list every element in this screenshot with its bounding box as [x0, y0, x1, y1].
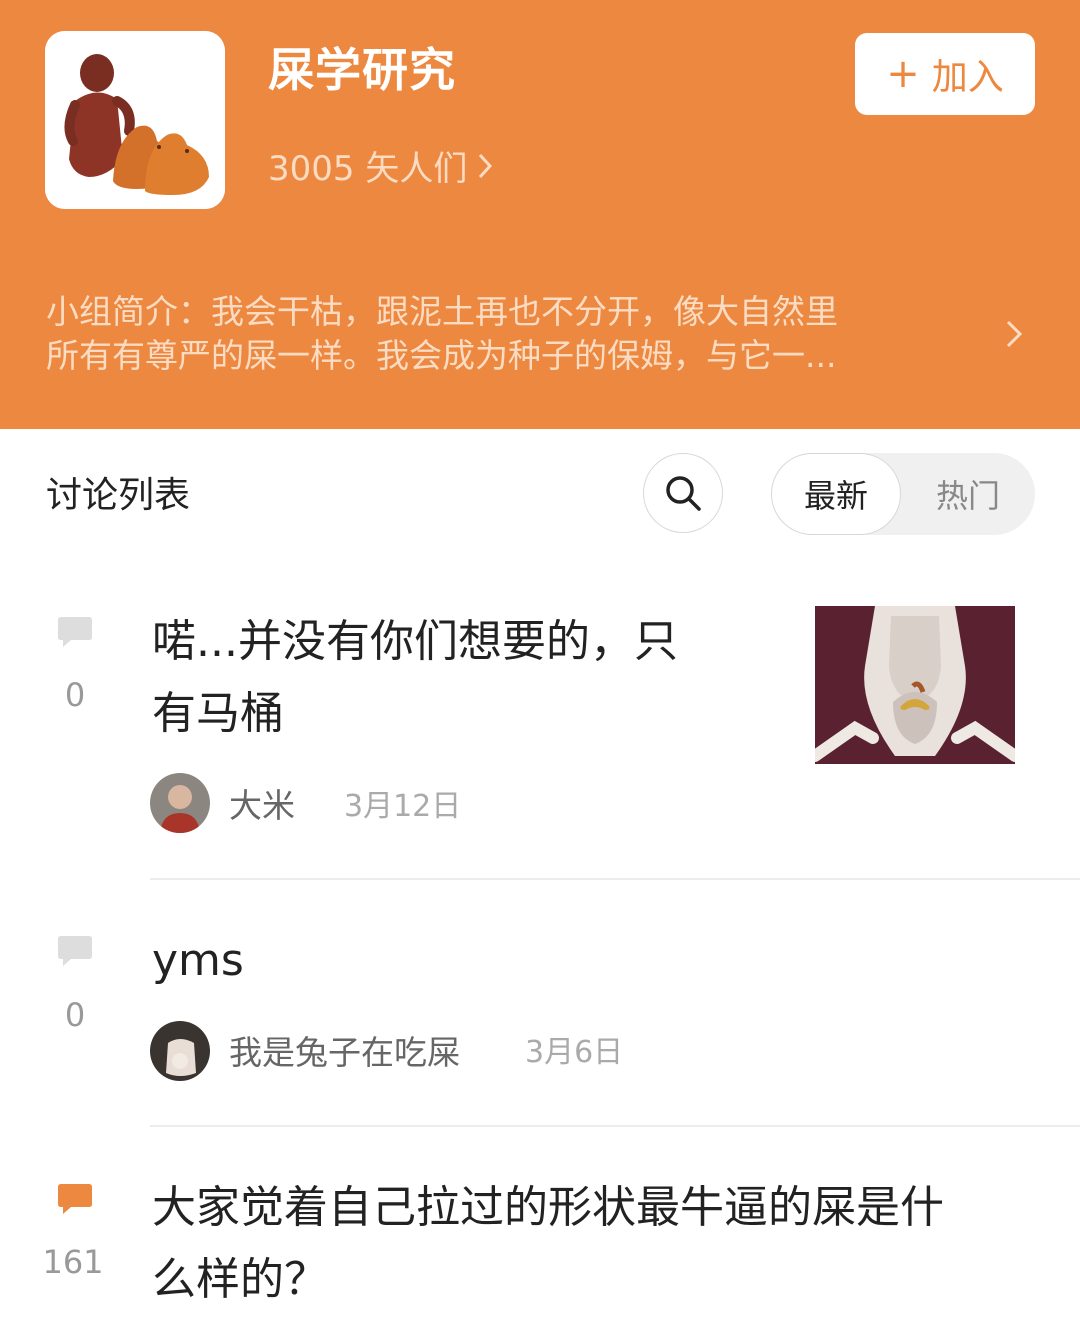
post-title-line1: 大家觉着自己拉过的形状最牛逼的屎是什	[152, 1182, 944, 1233]
post-date: 3月12日	[344, 789, 462, 824]
post-title: 喏...并没有你们想要的，只 有马桶	[152, 606, 678, 750]
member-count-link[interactable]: 3005 矢人们	[268, 142, 493, 196]
sort-hot-tab[interactable]: 热门	[901, 453, 1035, 535]
post-title: 大家觉着自己拉过的形状最牛逼的屎是什 么样的？	[152, 1172, 944, 1316]
chevron-right-icon	[477, 142, 493, 196]
author-avatar[interactable]	[150, 1021, 210, 1081]
search-icon	[666, 476, 701, 511]
post-title-line1: yms	[152, 935, 244, 986]
comment-bubble-icon	[57, 615, 93, 653]
join-label: 加入	[931, 57, 1004, 98]
comment-count: 0	[64, 996, 86, 1034]
post-title-line2: 有马桶	[152, 688, 284, 739]
comment-bubble-icon	[57, 1182, 93, 1220]
group-intro[interactable]: 小组简介：我会干枯，跟泥土再也不分开，像大自然里 所有有尊严的屎一样。我会成为种…	[46, 290, 986, 378]
intro-text-line1: 我会干枯，跟泥土再也不分开，像大自然里	[211, 292, 838, 331]
comment-count: 0	[64, 676, 86, 714]
intro-label: 小组简介：	[46, 292, 211, 331]
divider	[150, 878, 1080, 880]
sort-latest-tab[interactable]: 最新	[771, 453, 901, 535]
group-header: 屎学研究 3005 矢人们 + 加入 小组简介：我会干枯，跟泥土再也不分开，像大…	[0, 0, 1080, 429]
group-avatar[interactable]	[45, 31, 225, 209]
post-title-line2: 么样的？	[152, 1254, 328, 1305]
author-name[interactable]: 大米	[229, 784, 295, 828]
post-thumbnail[interactable]	[815, 606, 1015, 764]
intro-text-line2: 所有有尊严的屎一样。我会成为种子的保姆，与它一...	[46, 336, 837, 375]
post-title-line1: 喏...并没有你们想要的，只	[152, 616, 678, 667]
sort-toggle: 最新 热门	[771, 453, 1035, 535]
divider	[150, 1125, 1080, 1127]
comment-bubble-icon	[57, 934, 93, 972]
search-button[interactable]	[643, 453, 723, 533]
join-button[interactable]: + 加入	[855, 33, 1035, 115]
author-avatar[interactable]	[150, 773, 210, 833]
comment-count: 161	[42, 1243, 104, 1281]
post-date: 3月6日	[525, 1035, 624, 1070]
plus-icon: +	[886, 51, 920, 97]
intro-chevron-right-icon[interactable]	[1004, 318, 1024, 354]
author-name[interactable]: 我是兔子在吃屎	[229, 1031, 460, 1075]
group-title: 屎学研究	[268, 43, 456, 97]
discussion-list-title: 讨论列表	[46, 475, 191, 516]
post-title: yms	[152, 925, 244, 997]
member-count: 3005 矢人们	[268, 149, 468, 189]
clay-figure-avatar-icon	[45, 31, 225, 209]
